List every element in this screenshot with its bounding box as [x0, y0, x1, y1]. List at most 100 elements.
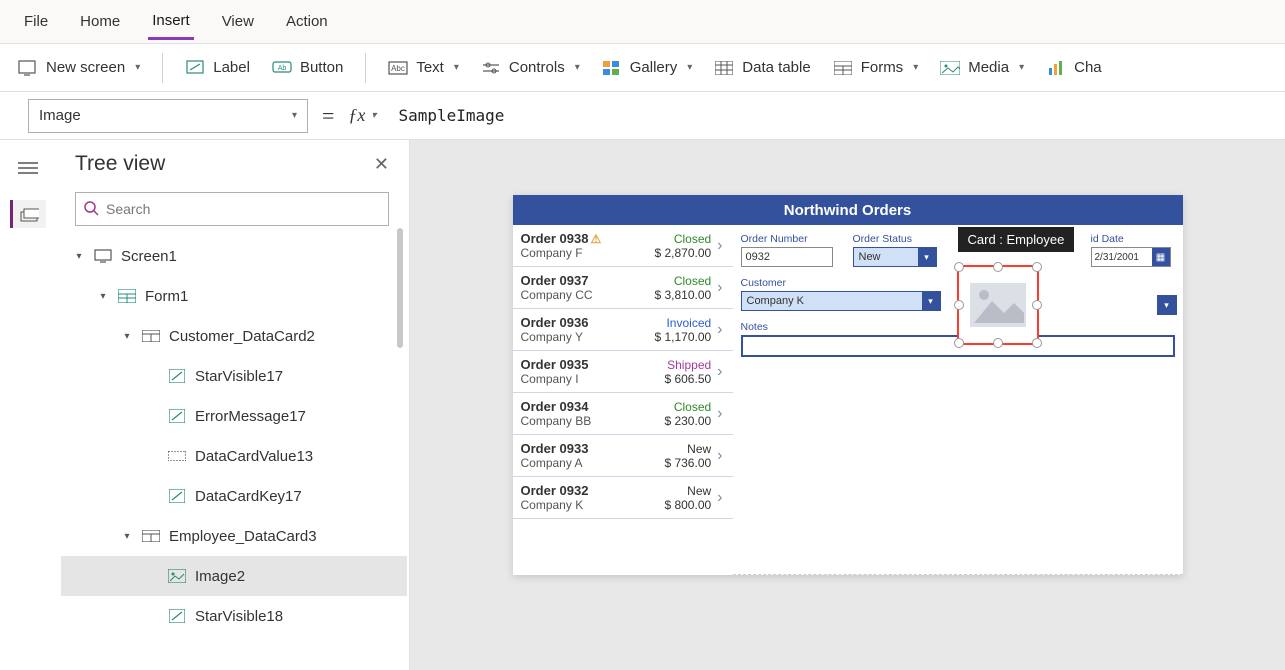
chevron-right-icon: › — [715, 237, 724, 255]
tree-view-button[interactable] — [10, 200, 46, 228]
tree-item-label: DataCardKey17 — [195, 488, 302, 505]
order-id: Order 0938⚠ — [521, 231, 651, 246]
expand-icon[interactable]: ▾ — [121, 331, 133, 342]
tree-item[interactable]: StarVisible18 — [61, 596, 407, 636]
paid-date-input[interactable]: 2/31/2001 ▦ — [1091, 247, 1171, 267]
label-icon — [185, 59, 205, 77]
resize-handle[interactable] — [1032, 338, 1042, 348]
tree-item[interactable]: ▾Employee_DataCard3 — [61, 516, 407, 556]
label-icon — [167, 488, 187, 504]
resize-handle[interactable] — [993, 338, 1003, 348]
chevron-right-icon: › — [715, 279, 724, 297]
media-label: Media — [968, 59, 1009, 76]
forms-icon — [833, 59, 853, 77]
order-row[interactable]: Order 0938⚠Company FClosed$ 2,870.00› — [513, 225, 733, 267]
tree-item[interactable]: ▾Customer_DataCard2 — [61, 316, 407, 356]
insert-button-button[interactable]: Ab Button — [272, 59, 343, 77]
customer-select[interactable]: Company K ▾ — [741, 291, 941, 311]
order-amount: $ 1,170.00 — [654, 330, 711, 344]
new-screen-icon — [18, 59, 38, 77]
chevron-down-icon: ▾ — [918, 248, 936, 266]
order-company: Company F — [521, 246, 651, 260]
menu-home[interactable]: Home — [76, 5, 124, 38]
resize-handle[interactable] — [954, 338, 964, 348]
menu-view[interactable]: View — [218, 5, 258, 38]
tree-item[interactable]: DataCardValue13 — [61, 436, 407, 476]
employee-image-card[interactable] — [957, 265, 1039, 345]
svg-text:Abc: Abc — [391, 64, 405, 73]
resize-handle[interactable] — [993, 262, 1003, 272]
expand-icon[interactable]: ▾ — [121, 531, 133, 542]
insert-media-button[interactable]: Media ▾ — [940, 59, 1024, 77]
label-icon — [167, 408, 187, 424]
new-screen-button[interactable]: New screen ▾ — [18, 59, 140, 77]
insert-controls-button[interactable]: Controls ▾ — [481, 59, 580, 77]
left-rail — [0, 140, 55, 670]
insert-charts-button[interactable]: Cha — [1046, 59, 1102, 77]
order-status-label: Order Status — [853, 233, 943, 245]
order-row[interactable]: Order 0935Company IShipped$ 606.50› — [513, 351, 733, 393]
order-status: Closed — [654, 232, 711, 246]
insert-label-button[interactable]: Label — [185, 59, 250, 77]
order-number-input[interactable]: 0932 — [741, 247, 833, 267]
tree-item[interactable]: ▾Screen1 — [61, 236, 407, 276]
chevron-down-icon: ▾ — [1019, 62, 1024, 73]
order-row[interactable]: Order 0937Company CCClosed$ 3,810.00› — [513, 267, 733, 309]
insert-gallery-button[interactable]: Gallery ▾ — [602, 59, 693, 77]
menu-action[interactable]: Action — [282, 5, 332, 38]
menu-file[interactable]: File — [20, 5, 52, 38]
order-row[interactable]: Order 0933Company ANew$ 736.00› — [513, 435, 733, 477]
close-panel-button[interactable]: ✕ — [374, 154, 389, 175]
equals-sign: = — [322, 103, 334, 129]
order-row[interactable]: Order 0934Company BBClosed$ 230.00› — [513, 393, 733, 435]
app-title: Northwind Orders — [513, 195, 1183, 225]
order-amount: $ 736.00 — [664, 456, 711, 470]
order-amount: $ 606.50 — [664, 372, 711, 386]
employee-select-dropdown[interactable]: ▾ — [1157, 295, 1177, 315]
expand-icon[interactable]: ▾ — [73, 251, 85, 262]
gallery-icon — [602, 59, 622, 77]
formula-input[interactable]: SampleImage — [390, 102, 1257, 129]
resize-handle[interactable] — [1032, 300, 1042, 310]
text-icon: Abc — [388, 59, 408, 77]
canvas[interactable]: Northwind Orders Order 0938⚠Company FClo… — [410, 140, 1285, 670]
order-amount: $ 3,810.00 — [654, 288, 711, 302]
paid-date-value: 2/31/2001 — [1092, 248, 1152, 266]
chevron-down-icon: ▾ — [575, 62, 580, 73]
hamburger-button[interactable] — [10, 154, 46, 182]
fx-button[interactable]: ƒx▾ — [348, 105, 376, 126]
insert-data-table-button[interactable]: Data table — [714, 59, 810, 77]
main-area: Tree view ✕ Search ▾Screen1▾Form1▾Custom… — [0, 140, 1285, 670]
tree-item[interactable]: DataCardKey17 — [61, 476, 407, 516]
scrollbar[interactable] — [397, 228, 403, 348]
order-status: New — [664, 484, 711, 498]
tree-item[interactable]: Image2 — [61, 556, 407, 596]
media-icon — [940, 59, 960, 77]
tree-search-input[interactable]: Search — [75, 192, 389, 226]
expand-icon[interactable]: ▾ — [97, 291, 109, 302]
order-row[interactable]: Order 0936Company YInvoiced$ 1,170.00› — [513, 309, 733, 351]
chevron-right-icon: › — [715, 489, 724, 507]
chevron-down-icon: ▾ — [922, 292, 940, 310]
order-status-select[interactable]: New ▾ — [853, 247, 937, 267]
order-id: Order 0936 — [521, 315, 651, 330]
insert-text-button[interactable]: Abc Text ▾ — [388, 59, 459, 77]
resize-handle[interactable] — [1032, 262, 1042, 272]
insert-forms-button[interactable]: Forms ▾ — [833, 59, 919, 77]
order-row[interactable]: Order 0932Company KNew$ 800.00› — [513, 477, 733, 519]
property-selector[interactable]: Image ▾ — [28, 99, 308, 133]
tree-item[interactable]: StarVisible17 — [61, 356, 407, 396]
chevron-down-icon: ▾ — [454, 62, 459, 73]
chevron-down-icon: ▾ — [687, 62, 692, 73]
new-screen-label: New screen — [46, 59, 125, 76]
resize-handle[interactable] — [954, 262, 964, 272]
card-icon — [141, 328, 161, 344]
tree-item[interactable]: ▾Form1 — [61, 276, 407, 316]
property-value: Image — [39, 107, 81, 124]
menu-insert[interactable]: Insert — [148, 4, 194, 40]
image-placeholder-icon — [970, 283, 1026, 327]
tree-item[interactable]: ErrorMessage17 — [61, 396, 407, 436]
image-icon — [167, 568, 187, 584]
order-gallery[interactable]: Order 0938⚠Company FClosed$ 2,870.00›Ord… — [513, 225, 733, 575]
resize-handle[interactable] — [954, 300, 964, 310]
